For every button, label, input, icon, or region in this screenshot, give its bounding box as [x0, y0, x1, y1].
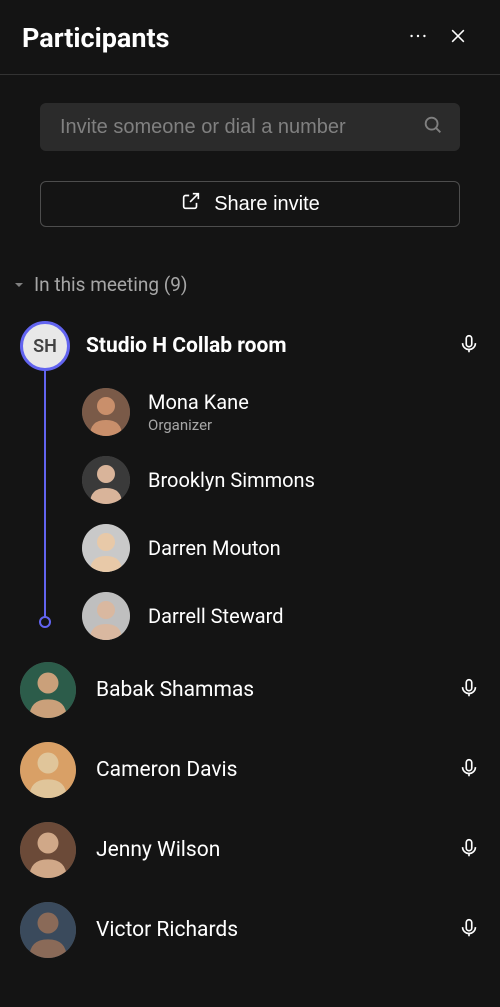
mic-icon[interactable]	[458, 333, 480, 359]
in-meeting-section-label: In this meeting (9)	[34, 273, 188, 296]
more-options-button[interactable]	[398, 18, 438, 58]
participant-info: Mona Kane Organizer	[148, 390, 249, 434]
share-invite-wrap: Share invite	[0, 167, 500, 233]
room-member-row[interactable]: Brooklyn Simmons	[82, 446, 480, 514]
room-group: SH Studio H Collab room Mona Kane Organi…	[20, 314, 480, 650]
room-connector-end-dot	[39, 616, 51, 628]
avatar	[82, 592, 130, 640]
room-connector-line	[44, 370, 46, 622]
mic-icon[interactable]	[458, 917, 480, 943]
room-member-row[interactable]: Darrell Steward	[82, 582, 480, 650]
mic-icon[interactable]	[458, 677, 480, 703]
caret-down-icon	[12, 280, 26, 290]
avatar	[20, 662, 76, 718]
participant-row[interactable]: Babak Shammas	[20, 650, 480, 730]
share-invite-button[interactable]: Share invite	[40, 181, 460, 227]
independent-participants: Babak Shammas Cameron Davis Jenny Wilson…	[20, 650, 480, 970]
mic-icon[interactable]	[458, 837, 480, 863]
room-members: Mona Kane Organizer Brooklyn Simmons Dar…	[20, 378, 480, 650]
room-row[interactable]: SH Studio H Collab room	[20, 314, 480, 378]
avatar	[20, 902, 76, 958]
share-invite-label: Share invite	[214, 193, 320, 216]
room-member-row[interactable]: Darren Mouton	[82, 514, 480, 582]
avatar	[82, 456, 130, 504]
room-name: Studio H Collab room	[86, 334, 442, 358]
room-avatar: SH	[20, 321, 70, 371]
participant-name: Brooklyn Simmons	[148, 468, 315, 492]
participant-row[interactable]: Cameron Davis	[20, 730, 480, 810]
participants-list: SH Studio H Collab room Mona Kane Organi…	[0, 314, 500, 970]
room-avatar-initials: SH	[33, 336, 57, 357]
in-meeting-section-header[interactable]: In this meeting (9)	[0, 233, 500, 314]
share-icon	[180, 190, 202, 218]
search-icon	[422, 114, 444, 140]
participant-name: Victor Richards	[96, 918, 438, 942]
invite-search-section	[0, 75, 500, 167]
participant-name: Babak Shammas	[96, 678, 438, 702]
invite-search-wrap[interactable]	[40, 103, 460, 151]
participant-name: Jenny Wilson	[96, 838, 438, 862]
participant-row[interactable]: Victor Richards	[20, 890, 480, 970]
more-icon	[407, 25, 429, 51]
avatar	[20, 742, 76, 798]
participant-name: Cameron Davis	[96, 758, 438, 782]
panel-header: Participants	[0, 0, 500, 75]
room-member-row[interactable]: Mona Kane Organizer	[82, 378, 480, 446]
participant-name: Mona Kane	[148, 390, 249, 414]
participant-info: Darren Mouton	[148, 536, 281, 560]
participant-info: Darrell Steward	[148, 604, 283, 628]
participant-info: Brooklyn Simmons	[148, 468, 315, 492]
close-button[interactable]	[438, 18, 478, 58]
panel-title: Participants	[22, 22, 398, 54]
avatar	[82, 388, 130, 436]
participant-row[interactable]: Jenny Wilson	[20, 810, 480, 890]
close-icon	[448, 26, 468, 50]
avatar	[20, 822, 76, 878]
participants-panel: Participants	[0, 0, 500, 1007]
participant-name: Darrell Steward	[148, 604, 283, 628]
avatar	[82, 524, 130, 572]
invite-search-input[interactable]	[58, 115, 408, 140]
participant-role: Organizer	[148, 416, 249, 434]
participant-name: Darren Mouton	[148, 536, 281, 560]
mic-icon[interactable]	[458, 757, 480, 783]
